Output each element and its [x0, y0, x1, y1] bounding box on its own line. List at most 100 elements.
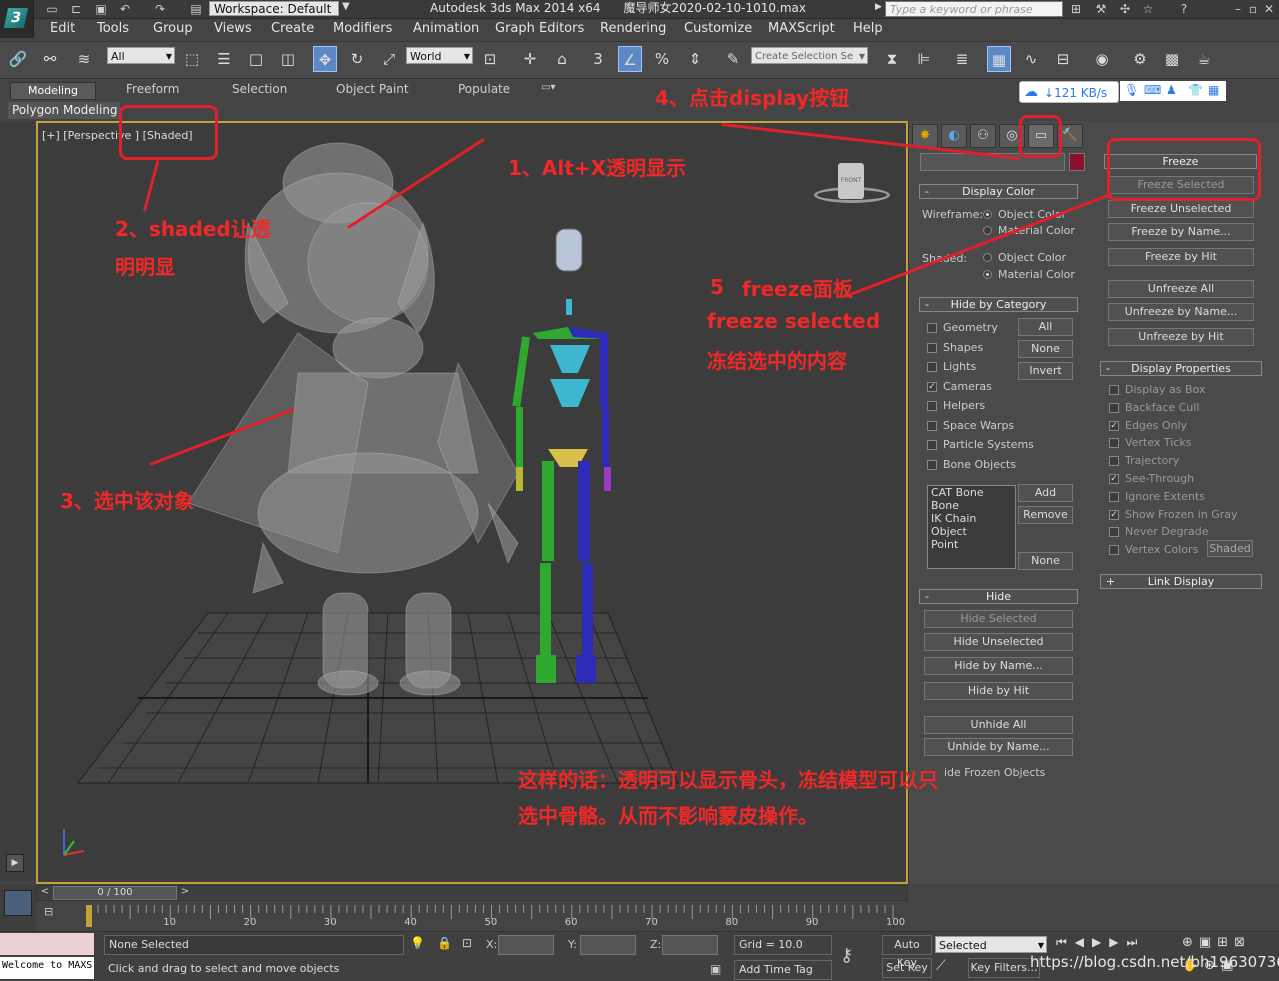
- checkbox[interactable]: [927, 420, 937, 431]
- unfreeze-all-button[interactable]: Unfreeze All: [1108, 280, 1254, 298]
- set-key-button[interactable]: Set Key: [882, 958, 932, 978]
- checkbox-label[interactable]: Vertex Colors: [1125, 543, 1198, 556]
- ribbon-options-icon[interactable]: ▭▾: [541, 82, 555, 93]
- project-folder-icon[interactable]: ▤: [188, 1, 204, 17]
- list-item[interactable]: Point: [928, 538, 1015, 551]
- category-list-none-button[interactable]: None: [1018, 552, 1073, 570]
- list-item[interactable]: IK Chain Object: [928, 512, 1015, 538]
- maxscript-listener-bottom[interactable]: Welcome to MAXS: [0, 957, 94, 979]
- save-file-icon[interactable]: ▣: [93, 1, 109, 17]
- add-time-tag-button[interactable]: Add Time Tag: [734, 960, 832, 980]
- edit-named-sets-icon[interactable]: ✎: [721, 46, 745, 72]
- menu-maxscript[interactable]: MAXScript: [768, 21, 835, 36]
- playback-controls[interactable]: ⏮◀▶▶⏭: [1056, 935, 1145, 950]
- render-frame-icon[interactable]: ▩: [1160, 46, 1184, 72]
- menu-help[interactable]: Help: [853, 21, 883, 36]
- align-icon[interactable]: ⊫: [912, 46, 936, 72]
- menu-group[interactable]: Group: [153, 21, 193, 36]
- material-editor-icon[interactable]: ◉: [1090, 46, 1114, 72]
- set-key-icon[interactable]: ⚷: [840, 945, 853, 966]
- category-remove-button[interactable]: Remove: [1018, 506, 1073, 524]
- new-file-icon[interactable]: ▭: [44, 1, 60, 17]
- menu-modifiers[interactable]: Modifiers: [333, 21, 392, 36]
- maxscript-listener-top[interactable]: [0, 933, 94, 955]
- shaded-material-color-label[interactable]: Material Color: [998, 268, 1075, 281]
- open-file-icon[interactable]: ⊏: [68, 1, 84, 17]
- select-object-icon[interactable]: ⬚: [180, 46, 204, 72]
- checkbox-label[interactable]: Never Degrade: [1125, 525, 1209, 538]
- select-move-icon[interactable]: ✥: [313, 46, 337, 72]
- shaded-material-color-radio[interactable]: [983, 270, 992, 279]
- bind-space-warp-icon[interactable]: ≋: [72, 46, 96, 72]
- key-mode-dropdown[interactable]: Selected: [935, 936, 1047, 954]
- mic-icon[interactable]: 🎙: [1124, 83, 1139, 97]
- checkbox-label[interactable]: Particle Systems: [943, 438, 1034, 451]
- select-rotate-icon[interactable]: ↻: [345, 46, 369, 72]
- tab-selection[interactable]: Selection: [232, 82, 287, 96]
- selection-filter-dropdown[interactable]: All: [107, 47, 175, 65]
- track-bar[interactable]: ⊟ 10 20 30 40 50 60 70 80 90 100: [36, 901, 908, 931]
- tangent-icon[interactable]: ⟋: [936, 958, 964, 978]
- keyboard-shortcut-icon[interactable]: ⌂: [550, 46, 574, 72]
- tools-icon[interactable]: ⚒: [1093, 1, 1109, 17]
- z-coordinate-field[interactable]: [662, 935, 718, 955]
- angle-snap-icon[interactable]: ∠: [618, 46, 642, 72]
- link-icon[interactable]: 🔗: [6, 46, 30, 72]
- current-frame-marker[interactable]: [86, 905, 92, 927]
- window-crossing-icon[interactable]: ◫: [276, 46, 300, 72]
- checkbox-label[interactable]: Vertex Ticks: [1125, 436, 1191, 449]
- user-icon[interactable]: ♟: [1166, 83, 1177, 97]
- unfreeze-by-hit-button[interactable]: Unfreeze by Hit: [1108, 328, 1254, 346]
- unlink-icon[interactable]: ⚯: [38, 46, 62, 72]
- object-color-swatch[interactable]: [1069, 153, 1085, 171]
- hide-frozen-objects-label[interactable]: ide Frozen Objects: [944, 766, 1045, 779]
- shaded-object-color-label[interactable]: Object Color: [998, 251, 1066, 264]
- category-invert-button[interactable]: Invert: [1018, 362, 1073, 380]
- checkbox-label[interactable]: See-Through: [1125, 472, 1194, 485]
- checkbox-label[interactable]: Show Frozen in Gray: [1125, 508, 1238, 521]
- checkbox[interactable]: [1109, 438, 1119, 449]
- checkbox[interactable]: [1109, 402, 1119, 413]
- selection-lock-icon[interactable]: 🔒: [437, 936, 452, 950]
- wireframe-material-color-radio[interactable]: [983, 226, 992, 235]
- freeze-by-name-button[interactable]: Freeze by Name...: [1108, 223, 1254, 241]
- checkbox[interactable]: [1109, 491, 1119, 502]
- pivot-center-icon[interactable]: ⊡: [478, 46, 502, 72]
- minimize-icon[interactable]: –: [1230, 1, 1246, 17]
- display-properties-rollout[interactable]: - Display Properties: [1100, 361, 1262, 376]
- category-add-button[interactable]: Add: [1018, 484, 1073, 502]
- app-logo[interactable]: 3: [0, 0, 34, 38]
- checkbox-label[interactable]: Lights: [943, 360, 976, 373]
- checkbox-label[interactable]: Trajectory: [1125, 454, 1179, 467]
- menu-create[interactable]: Create: [271, 21, 314, 36]
- scene-explorer-icon[interactable]: ▦: [987, 46, 1011, 72]
- checkbox[interactable]: [927, 323, 937, 333]
- select-by-name-icon[interactable]: ☰: [212, 46, 236, 72]
- percent-snap-icon[interactable]: %: [650, 46, 674, 72]
- checkbox-label[interactable]: Display as Box: [1125, 383, 1205, 396]
- checkbox[interactable]: ✓: [1109, 420, 1119, 431]
- manipulate-icon[interactable]: ✛: [518, 46, 542, 72]
- rollout-toggle[interactable]: -: [1106, 362, 1110, 375]
- hide-selected-button[interactable]: Hide Selected: [924, 610, 1073, 628]
- hierarchy-tab-icon[interactable]: ⚇: [970, 124, 996, 148]
- checkbox-label[interactable]: Cameras: [943, 380, 992, 393]
- exchange-icon[interactable]: ✣: [1117, 1, 1133, 17]
- unfreeze-by-name-button[interactable]: Unfreeze by Name...: [1108, 303, 1254, 321]
- shaded-object-color-radio[interactable]: [983, 253, 992, 262]
- time-tag-icon[interactable]: ▣: [710, 962, 721, 976]
- render-production-icon[interactable]: ☕: [1192, 46, 1216, 72]
- favorites-icon[interactable]: ☆: [1140, 1, 1156, 17]
- tab-polygon-modeling[interactable]: Polygon Modeling: [8, 102, 120, 119]
- hide-by-hit-button[interactable]: Hide by Hit: [924, 682, 1073, 700]
- category-all-button[interactable]: All: [1018, 318, 1073, 336]
- list-item[interactable]: CAT Bone: [928, 486, 1015, 499]
- rollout-toggle[interactable]: +: [1106, 575, 1115, 588]
- restore-icon[interactable]: ▫: [1245, 1, 1261, 17]
- menu-animation[interactable]: Animation: [413, 21, 479, 36]
- viewport-nav-controls[interactable]: ⊕▣⊞⊠: [1182, 935, 1251, 950]
- workspace-dropdown[interactable]: Workspace: Default: [209, 1, 339, 16]
- checkbox-label[interactable]: Helpers: [943, 399, 985, 412]
- hide-by-category-rollout[interactable]: - Hide by Category: [919, 297, 1078, 312]
- checkbox-label[interactable]: Shapes: [943, 341, 983, 354]
